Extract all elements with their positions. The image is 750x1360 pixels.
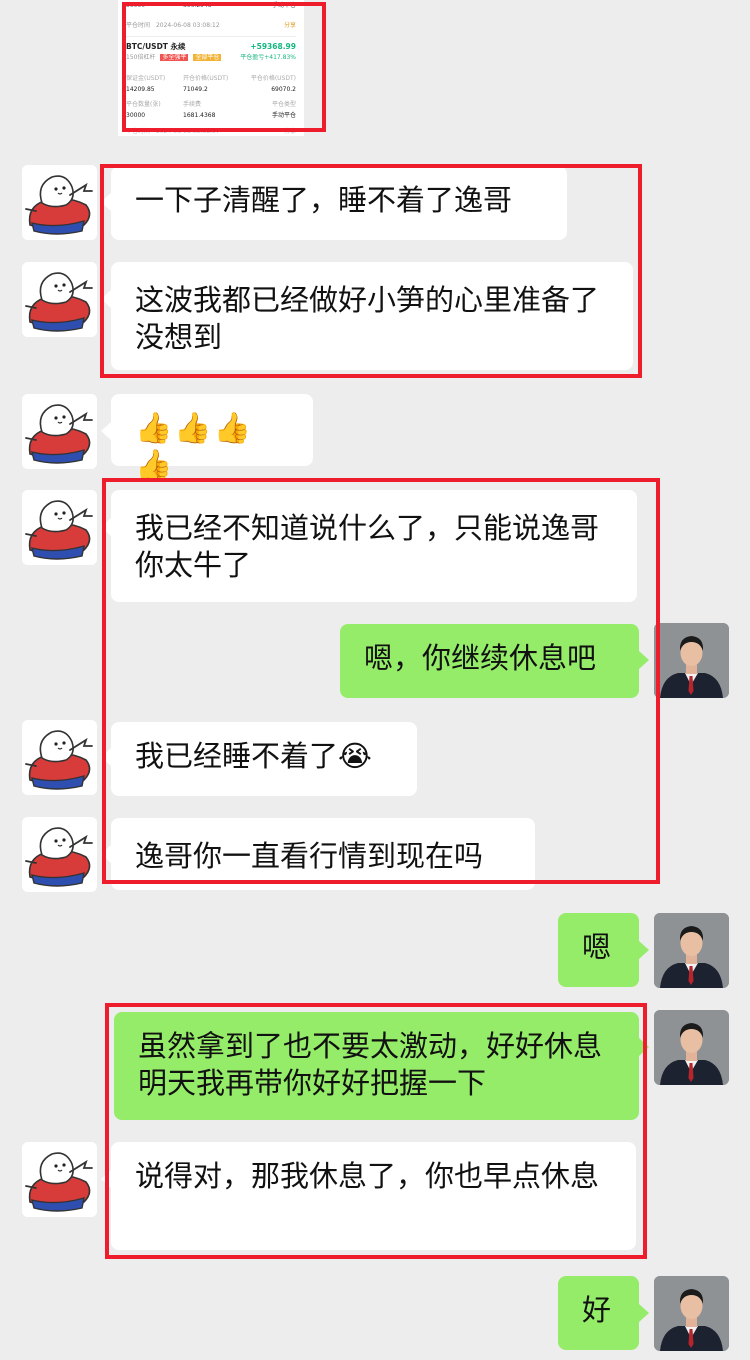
- thumbs-up-icon: 👍: [174, 411, 212, 446]
- crying-laughing-icon: 😭: [338, 739, 372, 773]
- quantity-label: 平仓数量(张): [126, 101, 161, 108]
- message-bubble[interactable]: 嗯，你继续休息吧: [340, 624, 639, 698]
- bubble-tail: [639, 941, 649, 959]
- message-text: 嗯: [582, 930, 612, 964]
- open-price-label: 开仓价格(USDT): [183, 75, 229, 82]
- pair-name: BTC/USDT 永续: [126, 42, 186, 51]
- bottom-row-right: 分享: [283, 128, 296, 135]
- top-row-left: 30000: [126, 2, 146, 9]
- top-row-right: 手动平仓: [271, 2, 296, 9]
- pnl-value: +59368.99: [250, 42, 296, 51]
- thumbs-up-icon: 👍: [135, 448, 173, 483]
- avatar[interactable]: [22, 490, 97, 565]
- message-text: 我已经不知道说什么了，只能说逸哥你太牛了: [135, 511, 600, 582]
- card-tags-row: 150倍杠杆 多全强平 全部平仓 平仓盈亏+417.83%: [126, 54, 296, 62]
- message-text: 嗯，你继续休息吧: [364, 641, 597, 675]
- message-bubble[interactable]: 我已经睡不着了😭: [111, 722, 417, 796]
- message-text: 说得对，那我休息了，你也早点休息: [135, 1159, 600, 1193]
- close-price-value: 69070.2: [271, 86, 296, 93]
- quantity-value: 30000: [126, 112, 146, 119]
- bubble-tail: [101, 422, 111, 440]
- message-bubble[interactable]: 一下子清醒了，睡不着了逸哥: [111, 166, 567, 240]
- message-bubble[interactable]: 我已经不知道说什么了，只能说逸哥你太牛了: [111, 490, 637, 602]
- message-bubble[interactable]: 说得对，那我休息了，你也早点休息: [111, 1142, 636, 1250]
- card-bottom-row: 平仓时间 2024-06-08 03:08:07 分享: [126, 128, 296, 136]
- message-bubble[interactable]: 逸哥你一直看行情到现在吗: [111, 818, 535, 890]
- tag-liquidation: 多全强平: [160, 54, 189, 61]
- message-text: 我已经睡不着了: [135, 739, 339, 773]
- card-pair-row: BTC/USDT 永续 +59368.99: [126, 42, 296, 52]
- avatar[interactable]: [654, 913, 729, 988]
- margin-value: 14209.85: [126, 86, 155, 93]
- bubble-tail: [101, 290, 111, 308]
- open-price-value: 71049.2: [183, 86, 208, 93]
- avatar[interactable]: [654, 623, 729, 698]
- message-text: 这波我都已经做好小笋的心里准备了没想到: [135, 283, 600, 354]
- avatar[interactable]: [22, 817, 97, 892]
- top-row-mid: 896.2948: [183, 2, 212, 9]
- close-type-label: 平仓类型: [271, 101, 296, 108]
- fee-value: 1681.4368: [183, 112, 216, 119]
- card-top-row: 30000 896.2948 手动平仓: [126, 2, 296, 10]
- bubble-tail: [639, 1304, 649, 1322]
- message-bubble[interactable]: 嗯: [558, 913, 639, 987]
- tag-close-all: 全部平仓: [193, 54, 222, 61]
- avatar[interactable]: [22, 165, 97, 240]
- pnl-label: 平仓盈亏+417.83%: [240, 54, 296, 61]
- message-text: 一下子清醒了，睡不着了逸哥: [135, 183, 513, 217]
- leverage: 150倍杠杆: [126, 54, 156, 61]
- card-values-2: 30000 1681.4368 手动平仓: [126, 112, 296, 120]
- message-text: 逸哥你一直看行情到现在吗: [135, 839, 484, 873]
- shared-trade-screenshot[interactable]: 30000 896.2948 手动平仓 平仓时间 2024-06-08 03:0…: [118, 0, 304, 136]
- thumbs-up-icon: 👍: [135, 411, 173, 446]
- card-values-1: 14209.85 71049.2 69070.2: [126, 86, 296, 94]
- bottom-row-left: 平仓时间: [126, 128, 151, 135]
- avatar[interactable]: [22, 262, 97, 337]
- bubble-tail: [101, 1170, 111, 1188]
- time-label: 平仓时间: [126, 22, 151, 29]
- message-bubble[interactable]: 虽然拿到了也不要太激动，好好休息明天我再带你好好把握一下: [114, 1012, 639, 1120]
- fee-label: 手续费: [183, 101, 202, 108]
- card-divider: [126, 36, 296, 37]
- avatar[interactable]: [654, 1010, 729, 1085]
- bubble-tail: [639, 651, 649, 669]
- share-link[interactable]: 分享: [284, 22, 296, 30]
- avatar[interactable]: [22, 1142, 97, 1217]
- card-labels-1: 保证金(USDT) 开仓价格(USDT) 平仓价格(USDT): [126, 75, 296, 83]
- thumbs-up-icon: 👍: [213, 411, 252, 446]
- close-price-label: 平仓价格(USDT): [250, 75, 296, 82]
- close-time: 2024-06-08 03:08:12: [155, 22, 220, 29]
- message-bubble[interactable]: 这波我都已经做好小笋的心里准备了没想到: [111, 262, 633, 370]
- message-text: 好: [582, 1293, 612, 1327]
- margin-label: 保证金(USDT): [126, 75, 166, 82]
- bubble-tail: [101, 193, 111, 211]
- emoji-message-bubble[interactable]: 👍👍👍👍: [111, 394, 313, 483]
- close-type-value: 手动平仓: [271, 112, 296, 119]
- bubble-tail: [101, 518, 111, 536]
- bubble-tail: [639, 1038, 649, 1056]
- message-bubble[interactable]: 好: [558, 1276, 639, 1350]
- avatar[interactable]: [22, 394, 97, 469]
- bottom-row-mid: 2024-06-08 03:08:07: [155, 128, 220, 135]
- avatar[interactable]: [22, 720, 97, 795]
- card-time-row: 平仓时间 2024-06-08 03:08:12 分享: [126, 22, 296, 30]
- avatar[interactable]: [654, 1276, 729, 1351]
- bubble-tail: [101, 845, 111, 863]
- card-labels-2: 平仓数量(张) 手续费 平仓类型: [126, 101, 296, 109]
- bubble-tail: [101, 748, 111, 766]
- message-text: 虽然拿到了也不要太激动，好好休息明天我再带你好好把握一下: [138, 1029, 603, 1100]
